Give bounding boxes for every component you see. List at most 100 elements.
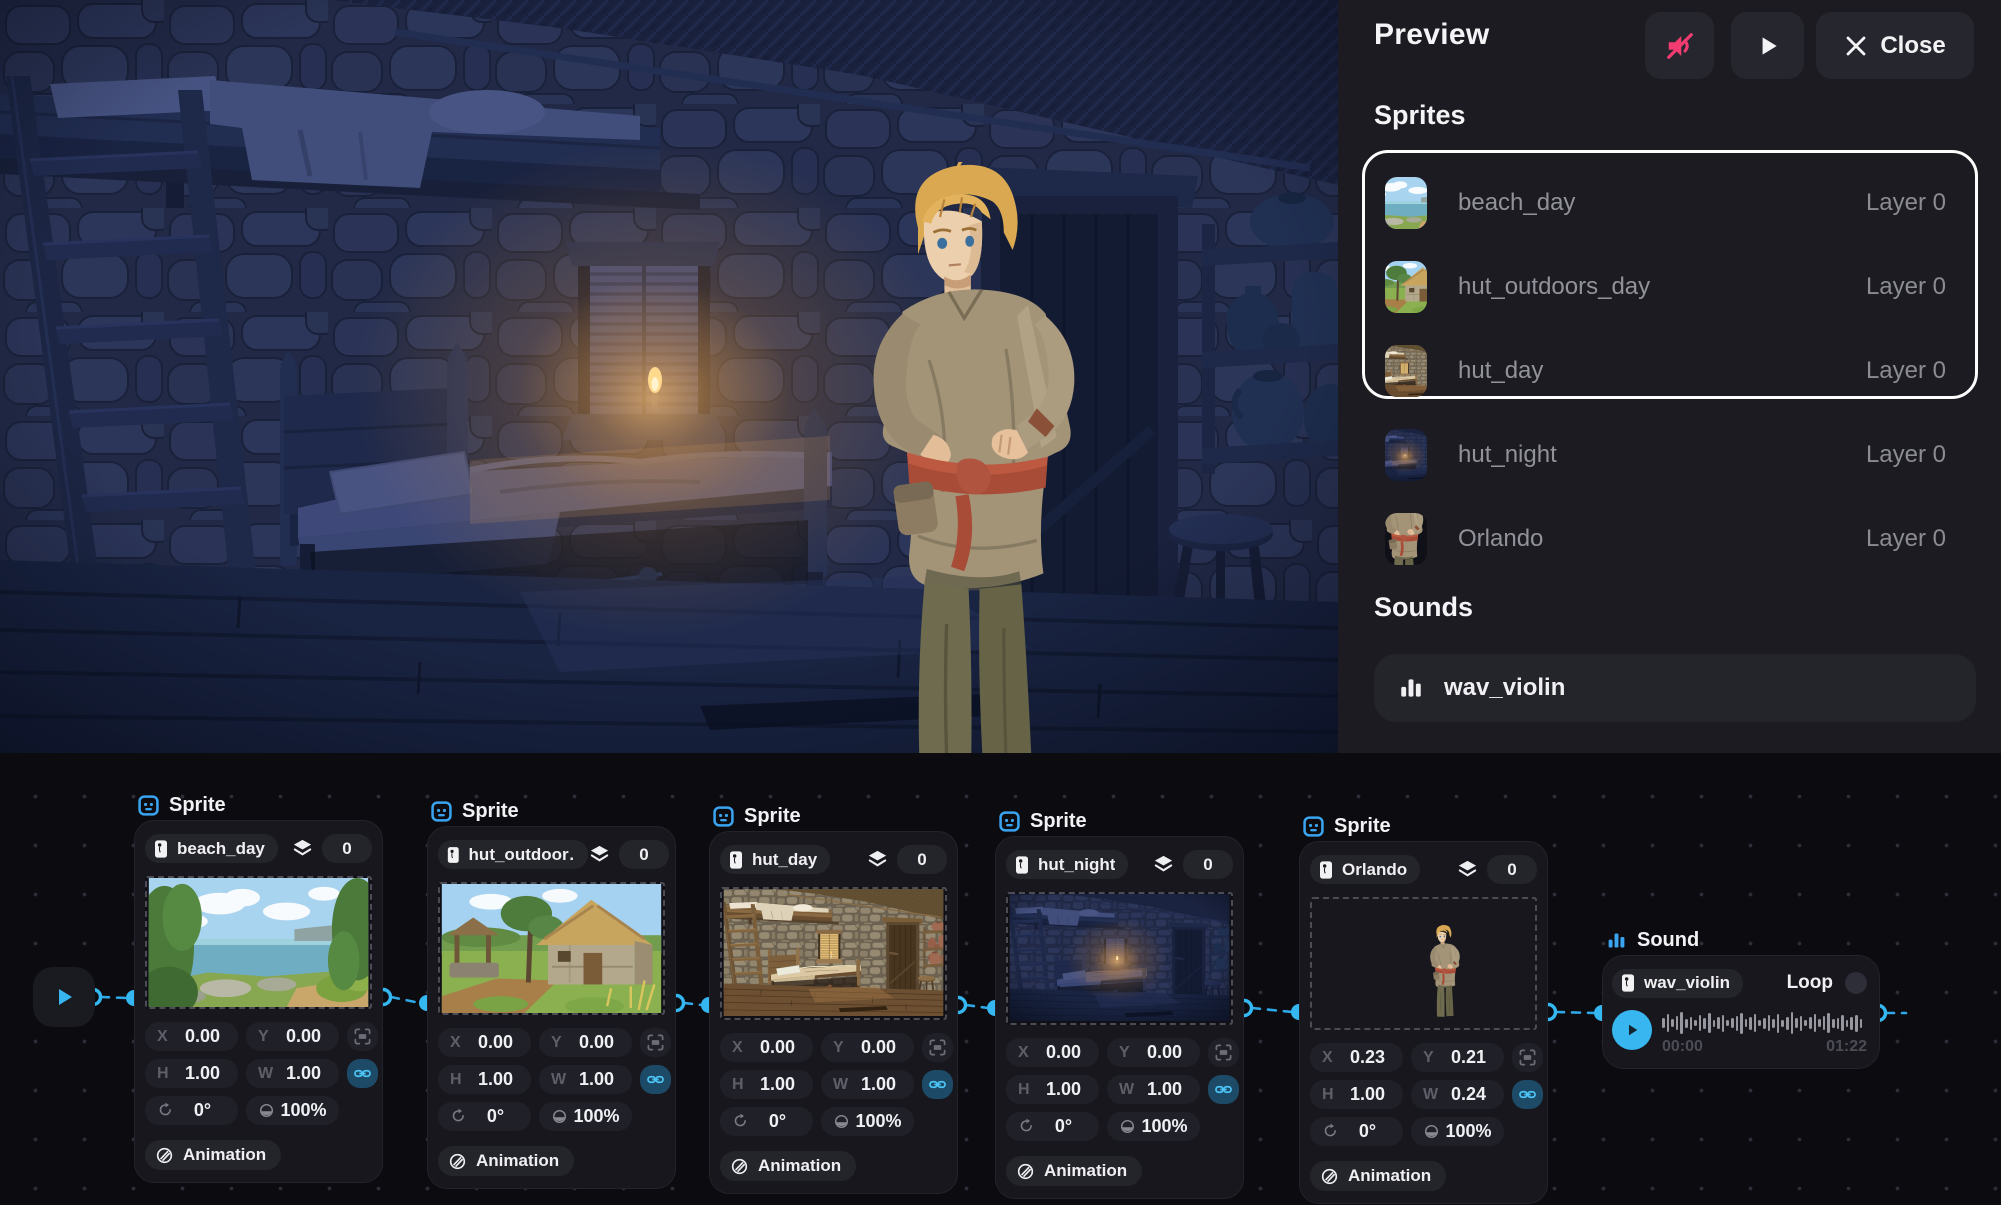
node-editor-canvas[interactable]: Sprite beach_day 0 — [0, 753, 2001, 1205]
close-button[interactable]: Close — [1816, 12, 1974, 79]
opacity-value: 100% — [569, 1106, 624, 1127]
loop-toggle[interactable] — [1845, 972, 1867, 994]
sprite-name: hut_night — [1458, 441, 1557, 469]
rotation-field[interactable]: 0° — [1310, 1117, 1403, 1146]
animation-button[interactable]: Animation — [438, 1146, 574, 1176]
fit-frame-button[interactable] — [1512, 1043, 1543, 1072]
sprite-file-chip[interactable]: hut_day — [720, 845, 830, 874]
node-card[interactable]: wav_violin Loop 00:00 01:22 — [1602, 955, 1880, 1069]
w-field[interactable]: W0.24 — [1411, 1080, 1504, 1109]
node-card[interactable]: hut_day 0 X0.00 Y0.00 H1.00 W1.00 — [709, 831, 958, 1194]
sprite-list-item-hut-day[interactable]: hut_day Layer 0 — [1368, 336, 1972, 406]
layer-value: 0 — [1507, 860, 1516, 880]
y-field[interactable]: Y0.00 — [246, 1022, 339, 1051]
layer-value: 0 — [1203, 855, 1212, 875]
animation-button[interactable]: Animation — [720, 1151, 856, 1181]
sound-list-item-wav-violin[interactable]: wav_violin — [1374, 654, 1976, 722]
x-field[interactable]: X0.23 — [1310, 1043, 1403, 1072]
sprite-list-item-orlando[interactable]: Orlando Layer 0 — [1368, 504, 1972, 574]
sound-node-wav-violin[interactable]: Sound wav_violin Loop — [1602, 928, 1880, 1069]
opacity-field[interactable]: 100% — [1107, 1112, 1200, 1141]
sound-icon — [1606, 930, 1627, 951]
animation-button[interactable]: Animation — [1310, 1161, 1446, 1191]
waveform[interactable] — [1662, 1010, 1867, 1036]
sprite-icon — [1303, 816, 1324, 837]
node-card[interactable]: hut_outdoor… 0 X0.00 Y0.00 H1.00 W1.00 — [427, 826, 676, 1189]
rotation-field[interactable]: 0° — [1006, 1112, 1099, 1141]
layer-badge[interactable]: 0 — [619, 840, 669, 869]
layer-badge[interactable]: 0 — [322, 834, 372, 863]
fit-frame-button[interactable] — [640, 1028, 671, 1057]
opacity-field[interactable]: 100% — [539, 1102, 632, 1131]
sound-play-button[interactable] — [1612, 1010, 1652, 1050]
opacity-field[interactable]: 100% — [821, 1107, 914, 1136]
sprite-file-chip[interactable]: hut_outdoor… — [438, 840, 588, 869]
h-field[interactable]: H1.00 — [1310, 1080, 1403, 1109]
sprite-file-chip[interactable]: beach_day — [145, 834, 278, 863]
h-label: H — [1018, 1081, 1036, 1099]
w-field[interactable]: W1.00 — [539, 1065, 632, 1094]
link-icon — [1518, 1085, 1537, 1104]
rotation-field[interactable]: 0° — [438, 1102, 531, 1131]
bar-chart-icon — [1398, 675, 1424, 701]
x-value: 0.00 — [750, 1037, 805, 1058]
h-field[interactable]: H1.00 — [1006, 1075, 1099, 1104]
animation-icon — [1320, 1167, 1339, 1186]
opacity-field[interactable]: 100% — [246, 1096, 339, 1125]
layer-badge[interactable]: 0 — [897, 845, 947, 874]
w-field[interactable]: W1.00 — [1107, 1075, 1200, 1104]
sprite-preview-image — [720, 887, 947, 1020]
sprite-node-orlando[interactable]: Sprite Orlando 0 X0.23 Y0.21 — [1299, 814, 1548, 1204]
time-total: 01:22 — [1826, 1038, 1867, 1056]
link-hw-button[interactable] — [640, 1065, 671, 1094]
layer-badge[interactable]: 0 — [1487, 855, 1537, 884]
link-hw-button[interactable] — [1512, 1080, 1543, 1109]
fit-frame-button[interactable] — [922, 1033, 953, 1062]
y-field[interactable]: Y0.00 — [1107, 1038, 1200, 1067]
w-field[interactable]: W1.00 — [246, 1059, 339, 1088]
rotation-field[interactable]: 0° — [145, 1096, 238, 1125]
y-field[interactable]: Y0.21 — [1411, 1043, 1504, 1072]
link-hw-button[interactable] — [1208, 1075, 1239, 1104]
sprite-node-hut-night[interactable]: Sprite hut_night 0 X0.00 Y0.00 — [995, 809, 1244, 1199]
y-label: Y — [258, 1028, 276, 1046]
animation-button[interactable]: Animation — [1006, 1156, 1142, 1186]
node-card[interactable]: Orlando 0 X0.23 Y0.21 H1.00 W0.24 — [1299, 841, 1548, 1204]
h-field[interactable]: H1.00 — [145, 1059, 238, 1088]
node-card[interactable]: beach_day 0 X0.00 Y0.00 — [134, 820, 383, 1183]
sprite-node-hut-outdoors[interactable]: Sprite hut_outdoor… 0 X0.00 Y0.00 — [427, 799, 676, 1189]
y-value: 0.00 — [851, 1037, 906, 1058]
node-card[interactable]: hut_night 0 X0.00 Y0.00 H1.00 W1.00 — [995, 836, 1244, 1199]
rotation-field[interactable]: 0° — [720, 1107, 813, 1136]
sprite-node-hut-day[interactable]: Sprite hut_day 0 X0.00 Y0.00 — [709, 804, 958, 1194]
sprite-file-chip[interactable]: Orlando — [1310, 855, 1420, 884]
h-field[interactable]: H1.00 — [720, 1070, 813, 1099]
y-field[interactable]: Y0.00 — [539, 1028, 632, 1057]
x-label: X — [157, 1028, 175, 1046]
sprite-file-chip[interactable]: hut_night — [1006, 850, 1128, 879]
x-field[interactable]: X0.00 — [145, 1022, 238, 1051]
graph-play-node[interactable] — [33, 967, 95, 1027]
fit-frame-button[interactable] — [1208, 1038, 1239, 1067]
sprite-node-beach-day[interactable]: Sprite beach_day 0 — [134, 793, 383, 1183]
w-label: W — [258, 1065, 276, 1083]
animation-button[interactable]: Animation — [145, 1140, 281, 1170]
fit-frame-button[interactable] — [347, 1022, 378, 1051]
w-field[interactable]: W1.00 — [821, 1070, 914, 1099]
x-field[interactable]: X0.00 — [1006, 1038, 1099, 1067]
link-hw-button[interactable] — [922, 1070, 953, 1099]
rotation-value: 0° — [1036, 1116, 1091, 1137]
y-field[interactable]: Y0.00 — [821, 1033, 914, 1062]
sprite-list-item-hut-outdoors-day[interactable]: hut_outdoors_day Layer 0 — [1368, 252, 1972, 322]
link-hw-button[interactable] — [347, 1059, 378, 1088]
layer-badge[interactable]: 0 — [1183, 850, 1233, 879]
x-field[interactable]: X0.00 — [720, 1033, 813, 1062]
x-field[interactable]: X0.00 — [438, 1028, 531, 1057]
sound-file-chip[interactable]: wav_violin — [1612, 969, 1743, 998]
mute-button[interactable] — [1645, 12, 1714, 79]
sprite-list-item-hut-night[interactable]: hut_night Layer 0 — [1368, 420, 1972, 490]
h-field[interactable]: H1.00 — [438, 1065, 531, 1094]
preview-play-button[interactable] — [1731, 12, 1804, 79]
opacity-field[interactable]: 100% — [1411, 1117, 1504, 1146]
sprite-list-item-beach-day[interactable]: beach_day Layer 0 — [1368, 168, 1972, 238]
